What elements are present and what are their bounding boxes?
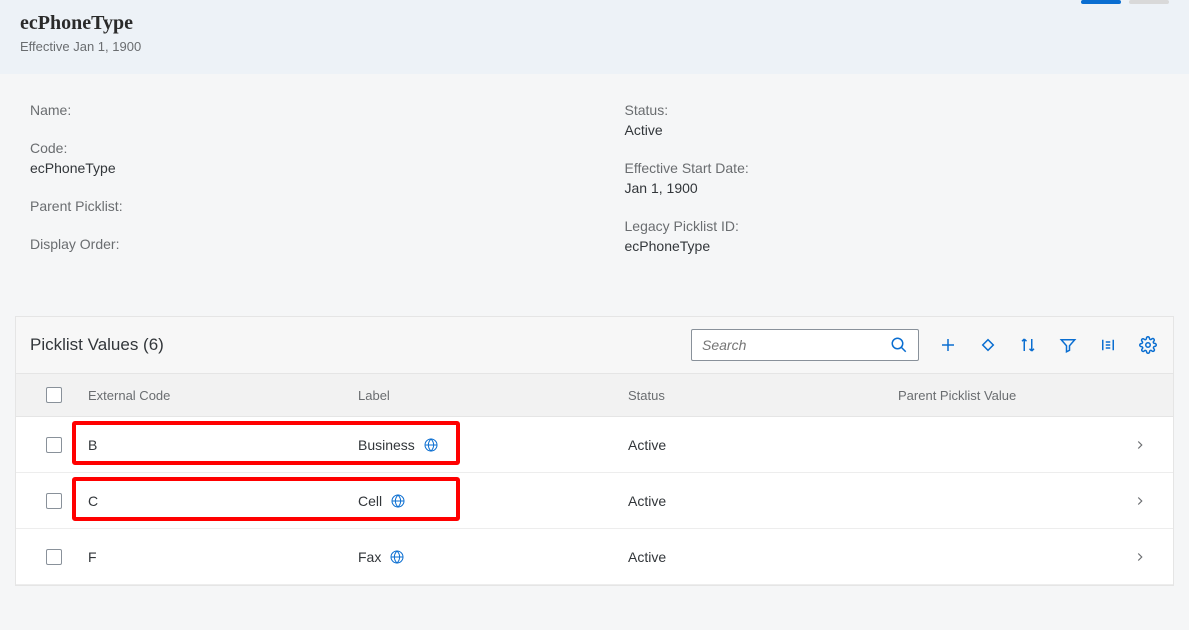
page-subtitle: Effective Jan 1, 1900 xyxy=(20,39,1169,54)
row-checkbox[interactable] xyxy=(46,437,62,453)
cell-external-code: C xyxy=(84,493,354,509)
cell-status: Active xyxy=(624,549,894,565)
filter-icon[interactable] xyxy=(1057,334,1079,356)
table-header: External Code Label Status Parent Pickli… xyxy=(16,373,1173,417)
col-external-code: External Code xyxy=(84,388,354,403)
table-row[interactable]: FFaxActive xyxy=(16,529,1173,585)
chevron-right-icon[interactable] xyxy=(1115,494,1165,508)
row-checkbox[interactable] xyxy=(46,549,62,565)
add-icon[interactable] xyxy=(937,334,959,356)
effective-start-value: Jan 1, 1900 xyxy=(625,180,1160,196)
page-title: ecPhoneType xyxy=(20,12,1169,35)
sort-icon[interactable] xyxy=(1017,334,1039,356)
globe-icon[interactable] xyxy=(390,493,406,509)
legacy-id-value: ecPhoneType xyxy=(625,238,1160,254)
cell-external-code: F xyxy=(84,549,354,565)
details-icon[interactable] xyxy=(1097,334,1119,356)
search-icon[interactable] xyxy=(888,334,910,356)
col-status: Status xyxy=(624,388,894,403)
status-value: Active xyxy=(625,122,1160,138)
globe-icon[interactable] xyxy=(423,437,439,453)
chevron-right-icon[interactable] xyxy=(1115,550,1165,564)
name-label: Name: xyxy=(30,102,565,118)
chevron-right-icon[interactable] xyxy=(1115,438,1165,452)
values-table: External Code Label Status Parent Pickli… xyxy=(16,373,1173,585)
col-label: Label xyxy=(354,388,624,403)
cell-status: Active xyxy=(624,437,894,453)
effective-start-label: Effective Start Date: xyxy=(625,160,1160,176)
table-row[interactable]: CCellActive xyxy=(16,473,1173,529)
header-button-strip xyxy=(1081,0,1169,4)
section-toolbar xyxy=(691,329,1159,361)
cell-status: Active xyxy=(624,493,894,509)
globe-icon[interactable] xyxy=(389,549,405,565)
code-value: ecPhoneType xyxy=(30,160,565,176)
table-row[interactable]: BBusinessActive xyxy=(16,417,1173,473)
header-primary-button[interactable] xyxy=(1081,0,1121,4)
code-label: Code: xyxy=(30,140,565,156)
cell-external-code: B xyxy=(84,437,354,453)
diamond-icon[interactable] xyxy=(977,334,999,356)
section-title: Picklist Values (6) xyxy=(30,335,164,355)
row-checkbox[interactable] xyxy=(46,493,62,509)
settings-icon[interactable] xyxy=(1137,334,1159,356)
page-header: ecPhoneType Effective Jan 1, 1900 xyxy=(0,0,1189,74)
cell-label: Business xyxy=(354,437,624,453)
display-order-label: Display Order: xyxy=(30,236,565,252)
header-secondary-button[interactable] xyxy=(1129,0,1169,4)
parent-picklist-label: Parent Picklist: xyxy=(30,198,565,214)
details-panel: Name: Code: ecPhoneType Parent Picklist:… xyxy=(0,74,1189,316)
cell-label: Fax xyxy=(354,549,624,565)
cell-label: Cell xyxy=(354,493,624,509)
picklist-values-section: Picklist Values (6) xyxy=(15,316,1174,586)
search-box[interactable] xyxy=(691,329,919,361)
search-input[interactable] xyxy=(700,336,888,354)
col-parent-value: Parent Picklist Value xyxy=(894,388,1115,403)
legacy-id-label: Legacy Picklist ID: xyxy=(625,218,1160,234)
status-label: Status: xyxy=(625,102,1160,118)
select-all-checkbox[interactable] xyxy=(46,387,62,403)
